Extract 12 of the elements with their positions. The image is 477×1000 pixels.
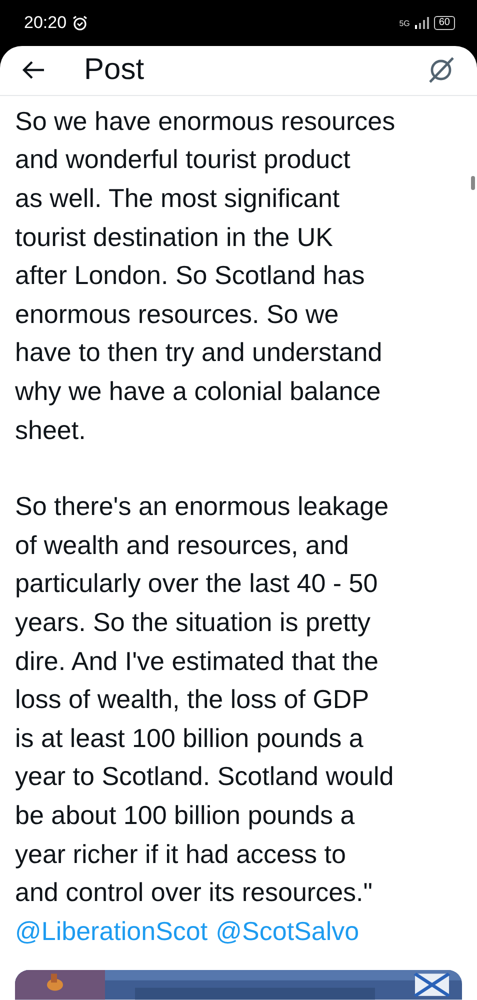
mention-link[interactable]: @LiberationScot [15,912,208,950]
network-type: 5G [399,18,410,28]
signal-icon [414,17,429,29]
slashed-circle-icon[interactable] [427,56,455,84]
clock-time: 20:20 [24,13,67,33]
back-button[interactable] [22,60,46,80]
post-text: So there's an enormous leakage of wealth and resources, and particularly over the last 40 - 50 years. So the situation is pretty dire. And I've estimated that the loss of wealth, the loss of GDP is at least 100 billion pounds a year to Scotland. Scotland would be about 100 billion pounds a year richer if it had access to and control over its resources." [15,490,395,910]
mention-link[interactable]: @ScotSalvo [216,912,360,950]
post-text: So we have enormous resources and wonderful tourist product as well. The most significant tourist destination in the UK after London. So Scotland has enormous resources. So we have to then try and understand why we have a colonial balance sheet. [15,104,396,447]
battery-level: 60 [434,16,455,30]
alarm-icon [72,15,88,31]
page-title: Post [84,53,146,88]
